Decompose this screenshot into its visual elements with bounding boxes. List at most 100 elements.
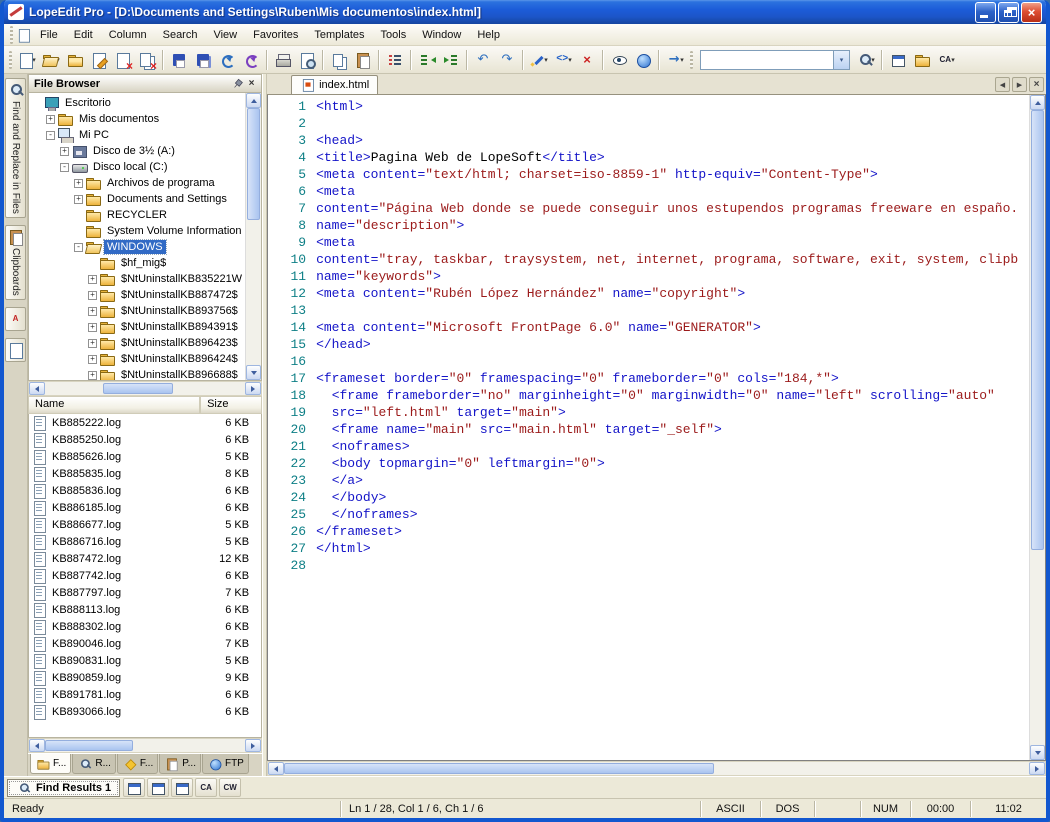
- file-item[interactable]: KB885835.log8 KB: [29, 465, 261, 482]
- search-combo-field[interactable]: [701, 51, 833, 69]
- close-document-button[interactable]: ×: [1029, 77, 1044, 92]
- scroll-up-button[interactable]: [246, 93, 261, 108]
- scrollbar-track[interactable]: [45, 382, 245, 395]
- tree-item[interactable]: +$NtUninstallKB896424$: [29, 351, 245, 367]
- file-item[interactable]: KB887797.log7 KB: [29, 584, 261, 601]
- char-table-tab[interactable]: A: [5, 307, 26, 331]
- file-item[interactable]: KB885836.log6 KB: [29, 482, 261, 499]
- tree-item[interactable]: +$NtUninstallKB896423$: [29, 335, 245, 351]
- tree-item[interactable]: -Disco local (C:): [29, 159, 245, 175]
- file-item[interactable]: KB885222.log6 KB: [29, 414, 261, 431]
- reload-button[interactable]: [215, 48, 239, 71]
- change-case-ca-button[interactable]: CA: [195, 778, 217, 797]
- preview-in-browser-button[interactable]: [607, 48, 631, 71]
- file-browser-tab[interactable]: F...: [30, 754, 71, 774]
- menu-search[interactable]: Search: [155, 25, 206, 45]
- pin-panel-button[interactable]: [229, 77, 244, 91]
- reload-all-button[interactable]: [239, 48, 263, 71]
- file-item[interactable]: KB886677.log5 KB: [29, 516, 261, 533]
- find-results-tab[interactable]: Find Results 1: [7, 779, 120, 797]
- file-item[interactable]: KB885250.log6 KB: [29, 431, 261, 448]
- expand-icon[interactable]: +: [88, 339, 97, 348]
- scroll-right-button[interactable]: [245, 382, 261, 395]
- file-item[interactable]: KB890859.log9 KB: [29, 669, 261, 686]
- editor-vertical-scrollbar[interactable]: [1029, 95, 1045, 760]
- expand-icon[interactable]: +: [88, 275, 97, 284]
- editor-horizontal-scrollbar[interactable]: [267, 761, 1046, 776]
- indent-button[interactable]: [439, 48, 463, 71]
- file-manager-button[interactable]: [910, 48, 934, 71]
- insert-tag-button[interactable]: ▾: [551, 48, 575, 71]
- change-case-cw-button[interactable]: CW: [219, 778, 241, 797]
- file-item[interactable]: KB886185.log6 KB: [29, 499, 261, 516]
- tree-item[interactable]: -Mi PC: [29, 127, 245, 143]
- column-header-size[interactable]: Size: [200, 396, 262, 414]
- tile-vertical-button[interactable]: [171, 778, 193, 797]
- scrollbar-thumb[interactable]: [45, 740, 133, 751]
- scroll-right-button[interactable]: [245, 739, 261, 752]
- tree-item[interactable]: RECYCLER: [29, 207, 245, 223]
- scroll-up-button[interactable]: [1030, 95, 1045, 110]
- file-item[interactable]: KB890046.log7 KB: [29, 635, 261, 652]
- tree-item[interactable]: +$NtUninstallKB835221W: [29, 271, 245, 287]
- close-all-button[interactable]: [135, 48, 159, 71]
- undo-button[interactable]: [471, 48, 495, 71]
- scrollbar-track[interactable]: [1030, 110, 1045, 745]
- tree-item[interactable]: +Mis documentos: [29, 111, 245, 127]
- expand-icon[interactable]: +: [60, 147, 69, 156]
- search-combo[interactable]: ▾: [700, 50, 850, 70]
- open-ftp-button[interactable]: [63, 48, 87, 71]
- tree-item[interactable]: $hf_mig$: [29, 255, 245, 271]
- menu-view[interactable]: View: [205, 25, 245, 45]
- minimize-button[interactable]: [975, 2, 996, 23]
- scroll-left-button[interactable]: [29, 382, 45, 395]
- scrollbar-track[interactable]: [246, 108, 261, 365]
- document-system-menu-icon[interactable]: [17, 28, 31, 42]
- file-list-horizontal-scrollbar[interactable]: [28, 738, 262, 753]
- file-item[interactable]: KB888113.log6 KB: [29, 601, 261, 618]
- scrollbar-thumb[interactable]: [247, 108, 260, 220]
- tree-item[interactable]: +Documents and Settings: [29, 191, 245, 207]
- scroll-left-button[interactable]: [29, 739, 45, 752]
- tree-horizontal-scrollbar[interactable]: [28, 381, 262, 396]
- find-replace-files-tab[interactable]: Find and Replace in Files: [5, 78, 26, 218]
- paste-button[interactable]: [351, 48, 375, 71]
- tree-item[interactable]: +$NtUninstallKB887472$: [29, 287, 245, 303]
- print-button[interactable]: [271, 48, 295, 71]
- save-all-button[interactable]: [191, 48, 215, 71]
- scroll-down-button[interactable]: [246, 365, 261, 380]
- scrollbar-thumb[interactable]: [103, 383, 173, 394]
- tree-item[interactable]: +$NtUninstallKB894391$: [29, 319, 245, 335]
- expand-icon[interactable]: +: [46, 115, 55, 124]
- tree-item[interactable]: +$NtUninstallKB896688$: [29, 367, 245, 380]
- expand-icon[interactable]: +: [74, 179, 83, 188]
- tree-item[interactable]: +$NtUninstallKB893756$: [29, 303, 245, 319]
- column-header-name[interactable]: Name: [28, 396, 200, 414]
- menu-help[interactable]: Help: [469, 25, 508, 45]
- tile-horizontal-button[interactable]: [147, 778, 169, 797]
- scrollbar-track[interactable]: [45, 739, 245, 752]
- file-item[interactable]: KB891781.log6 KB: [29, 686, 261, 703]
- open-file-button[interactable]: ▾: [39, 48, 63, 71]
- menu-templates[interactable]: Templates: [306, 25, 372, 45]
- close-panel-button[interactable]: ×: [244, 77, 259, 91]
- scroll-right-button[interactable]: [1029, 762, 1045, 775]
- scroll-down-button[interactable]: [1030, 745, 1045, 760]
- tree-item[interactable]: +Disco de 3½ (A:): [29, 143, 245, 159]
- expand-icon[interactable]: +: [88, 291, 97, 300]
- menu-edit[interactable]: Edit: [66, 25, 101, 45]
- scrollbar-track[interactable]: [284, 762, 1029, 775]
- scroll-left-button[interactable]: [268, 762, 284, 775]
- favorites-tab[interactable]: F...: [117, 754, 158, 774]
- print-preview-button[interactable]: [295, 48, 319, 71]
- projects-tab[interactable]: P...: [159, 754, 201, 774]
- menu-tools[interactable]: Tools: [373, 25, 415, 45]
- scroll-tabs-right-button[interactable]: ▶: [1012, 77, 1027, 92]
- scrollbar-thumb[interactable]: [1031, 110, 1044, 550]
- new-file-button[interactable]: ▾: [15, 48, 39, 71]
- combo-dropdown-button[interactable]: ▾: [833, 51, 849, 69]
- templates-panel-tab[interactable]: [5, 338, 26, 362]
- collapse-icon[interactable]: -: [74, 243, 83, 252]
- goto-button[interactable]: ▾: [663, 48, 687, 71]
- menu-file[interactable]: File: [32, 25, 66, 45]
